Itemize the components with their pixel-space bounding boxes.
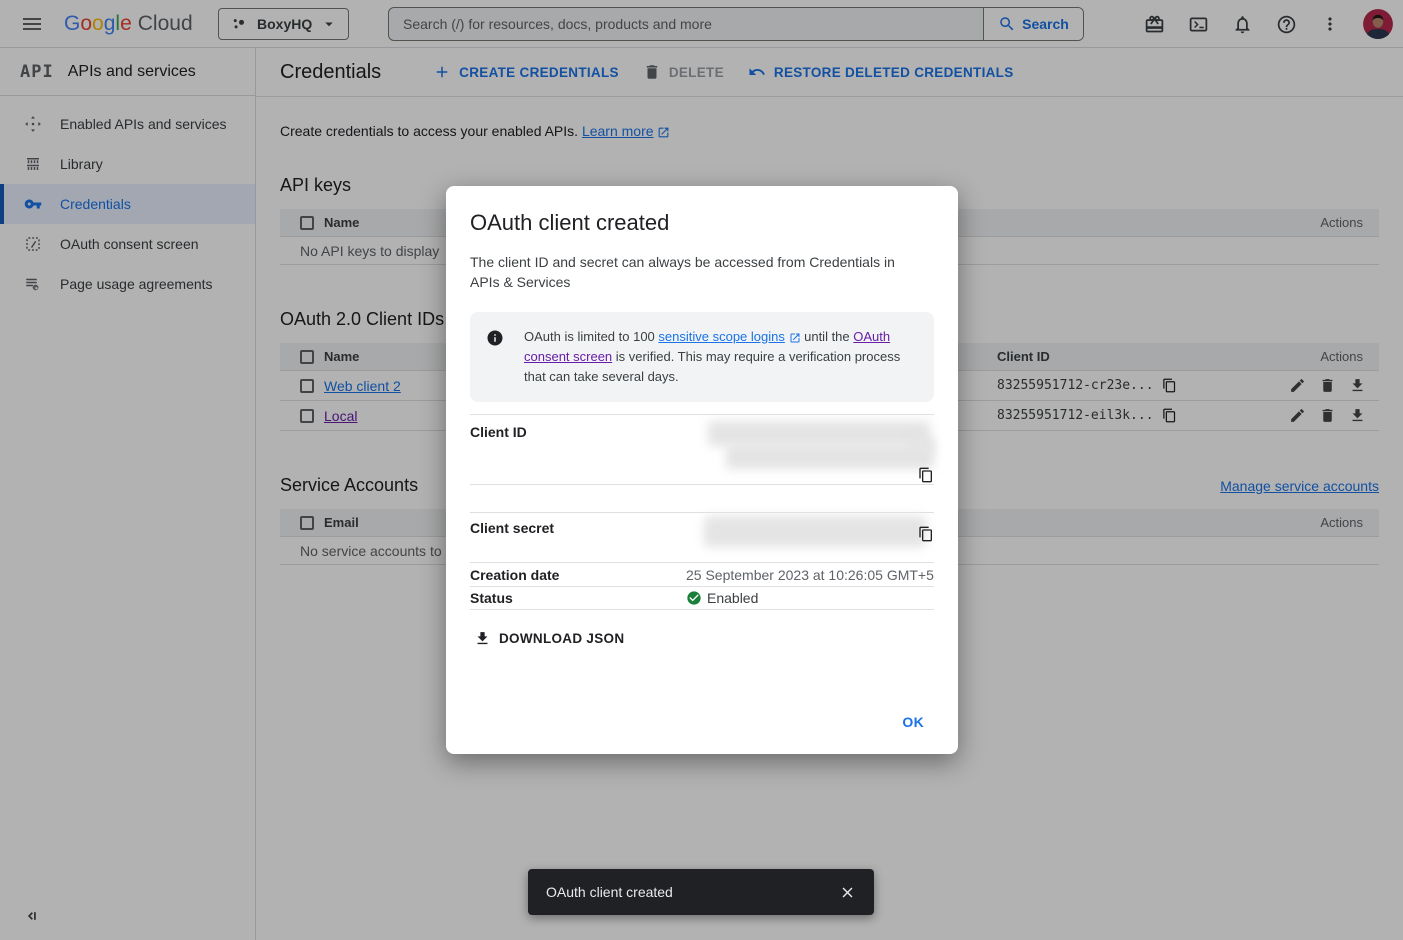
redacted-client-secret [704, 516, 926, 547]
client-secret-row: Client secret [470, 512, 934, 562]
toast-message: OAuth client created [546, 884, 673, 900]
ok-button[interactable]: OK [894, 706, 932, 738]
check-circle-icon [686, 590, 702, 606]
info-icon [486, 329, 504, 347]
sensitive-scope-logins-link[interactable]: sensitive scope logins [658, 329, 784, 344]
copy-client-secret-button[interactable] [918, 526, 934, 542]
close-icon [839, 884, 856, 901]
creation-date-value: 25 September 2023 at 10:26:05 GMT+5 [686, 567, 934, 583]
toast-snackbar: OAuth client created [528, 869, 874, 915]
dialog-subtitle: The client ID and secret can always be a… [470, 252, 920, 292]
redacted-client-id [708, 421, 930, 446]
client-id-label: Client ID [470, 415, 686, 484]
copy-client-id-button[interactable] [918, 467, 934, 483]
creation-date-label: Creation date [470, 567, 686, 583]
spacer-row [470, 484, 934, 512]
oauth-limit-notice: OAuth is limited to 100 sensitive scope … [470, 312, 934, 402]
redacted-client-id [908, 437, 934, 452]
copy-icon [918, 467, 934, 483]
download-json-button[interactable]: DOWNLOAD JSON [470, 622, 634, 655]
status-label: Status [470, 590, 686, 606]
copy-icon [918, 526, 934, 542]
status-row: Status Enabled [470, 586, 934, 610]
creation-date-row: Creation date 25 September 2023 at 10:26… [470, 562, 934, 586]
dialog-title: OAuth client created [470, 210, 934, 236]
toast-close-button[interactable] [832, 877, 862, 907]
client-secret-label: Client secret [470, 513, 686, 562]
download-icon [474, 630, 491, 647]
status-value: Enabled [707, 590, 758, 606]
client-id-row: Client ID [470, 414, 934, 484]
external-link-icon [789, 332, 801, 344]
redacted-client-id [726, 444, 934, 469]
oauth-client-created-dialog: OAuth client created The client ID and s… [446, 186, 958, 754]
